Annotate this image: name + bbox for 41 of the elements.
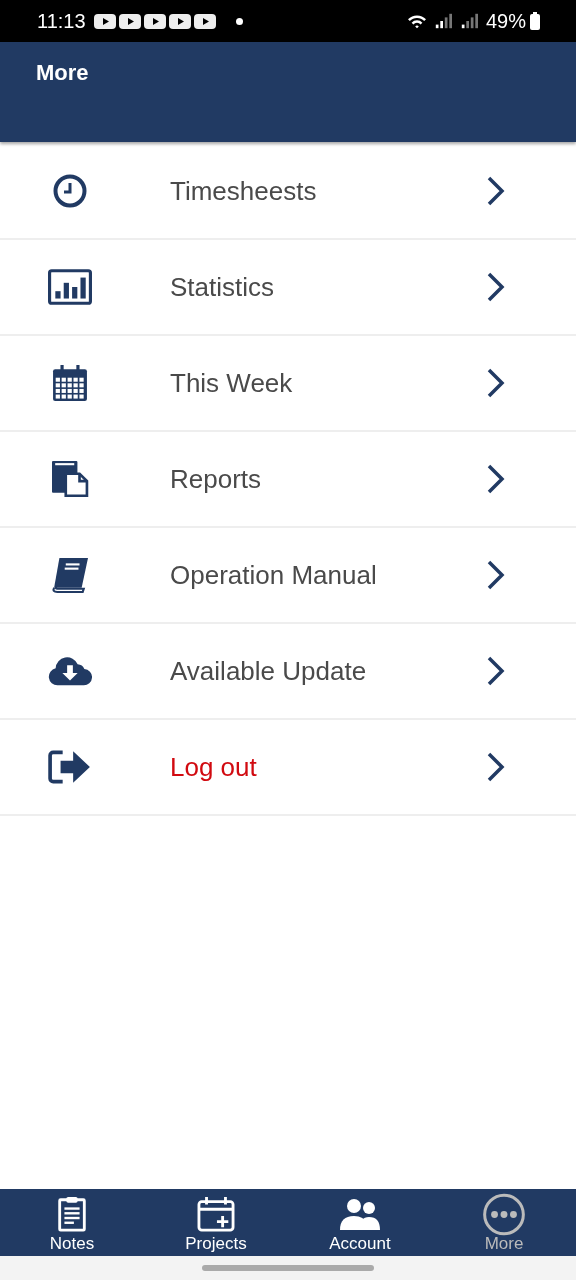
- chevron-right-icon: [486, 559, 506, 591]
- chevron-right-icon: [486, 655, 506, 687]
- bar-chart-icon: [48, 269, 92, 305]
- battery-icon: [530, 12, 540, 30]
- menu-item[interactable]: Statistics: [0, 240, 576, 336]
- menu-item[interactable]: Operation Manual: [0, 528, 576, 624]
- chevron-right-icon: [486, 367, 506, 399]
- play-icon: [118, 13, 141, 29]
- chevron-right-icon: [486, 271, 506, 303]
- play-icon: [93, 13, 116, 29]
- menu-item-label: Operation Manual: [170, 559, 378, 591]
- users-icon: [340, 1196, 380, 1232]
- play-icon: [193, 13, 216, 29]
- chevron-right-icon: [486, 463, 506, 495]
- menu-item[interactable]: Reports: [0, 432, 576, 528]
- battery-percent: 49%: [485, 9, 526, 33]
- menu-item-label: Timesheests: [170, 175, 318, 207]
- menu-item-label: This Week: [170, 367, 294, 399]
- wifi-icon: [405, 12, 428, 30]
- play-icon: [168, 13, 191, 29]
- calendar-plus-icon: [196, 1196, 236, 1232]
- logout-icon: [48, 749, 92, 785]
- menu-item[interactable]: Log out: [0, 720, 576, 816]
- nav-tab[interactable]: More: [432, 1189, 576, 1256]
- notification-dot-icon: [235, 17, 243, 25]
- header-title: More: [36, 60, 89, 85]
- status-time: 11:13: [37, 9, 86, 33]
- menu-item-label: Log out: [170, 751, 258, 783]
- menu-item-label: Reports: [170, 463, 263, 495]
- chevron-right-icon: [486, 751, 506, 783]
- nav-tab[interactable]: Notes: [0, 1189, 144, 1256]
- play-icon: [143, 13, 166, 29]
- menu-item-label: Statistics: [170, 271, 276, 303]
- gesture-bar[interactable]: [202, 1265, 374, 1271]
- menu-item[interactable]: This Week: [0, 336, 576, 432]
- menu-item[interactable]: Available Update: [0, 624, 576, 720]
- menu-item-label: Available Update: [170, 655, 368, 687]
- nav-tab[interactable]: Projects: [144, 1189, 288, 1256]
- chevron-right-icon: [486, 175, 506, 207]
- menu-item[interactable]: Timesheests: [0, 144, 576, 240]
- nav-tab[interactable]: Account: [288, 1189, 432, 1256]
